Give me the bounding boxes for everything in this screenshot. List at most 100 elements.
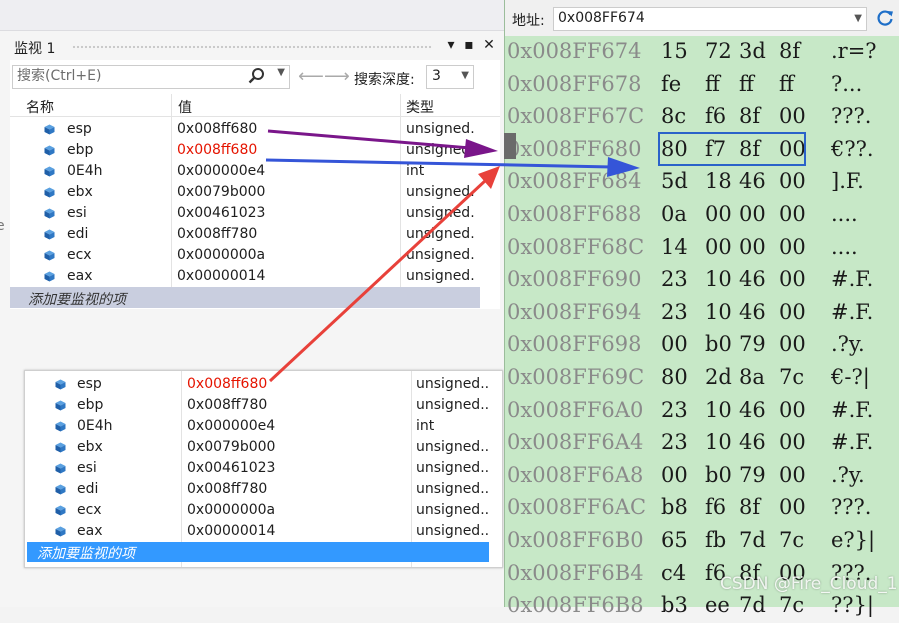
search-options-chevron-icon[interactable]: ▼ — [277, 67, 285, 78]
memory-byte[interactable]: 7c — [779, 528, 804, 552]
memory-byte[interactable]: b8 — [661, 495, 688, 519]
memory-byte[interactable]: 00 — [779, 430, 806, 454]
watch-row-esp[interactable]: esp 0x008ff680 unsigned... — [25, 374, 490, 395]
memory-byte[interactable]: 8a — [739, 365, 765, 389]
watch-row-esp[interactable]: esp 0x008ff680 unsigned... — [10, 119, 480, 140]
memory-row[interactable]: 0x008FF67C 8c f6 8f 00???. — [505, 102, 899, 134]
memory-row[interactable]: 0x008FF698 00 b0 79 00 .?y. — [505, 330, 899, 362]
memory-byte[interactable]: 10 — [705, 430, 732, 454]
add-watch-item-row[interactable]: 添加要监视的项 — [27, 542, 489, 562]
memory-byte[interactable]: 8f — [739, 495, 760, 519]
memory-byte[interactable]: 10 — [705, 300, 732, 324]
memory-byte[interactable]: ff — [739, 72, 754, 96]
maximize-icon[interactable]: ▪ — [460, 37, 478, 53]
watch-title-bar[interactable]: 监视 1 ▾ ▪ ✕ — [10, 34, 500, 60]
memory-byte[interactable]: ff — [779, 72, 794, 96]
memory-row[interactable]: 0x008FF6B8 b3 ee 7d 7c ??}| — [505, 591, 899, 623]
memory-byte[interactable]: c4 — [661, 561, 686, 585]
memory-byte[interactable]: 46 — [739, 169, 766, 193]
close-icon[interactable]: ✕ — [480, 37, 498, 53]
memory-byte[interactable]: 00 — [661, 332, 688, 356]
refresh-icon[interactable] — [875, 8, 895, 28]
memory-byte[interactable]: 00 — [779, 267, 806, 291]
watch-value[interactable]: 0x00461023 — [187, 460, 275, 476]
memory-byte[interactable]: fe — [661, 72, 681, 96]
watch-value[interactable]: 0x000000e4 — [187, 418, 275, 434]
arrow-left-icon[interactable]: ⟵ — [298, 66, 324, 87]
memory-byte[interactable]: 46 — [739, 267, 766, 291]
memory-byte[interactable]: 10 — [705, 267, 732, 291]
header-value[interactable]: 值 — [178, 97, 192, 117]
memory-row[interactable]: 0x008FF68C 14 00 00 00.... — [505, 233, 899, 265]
watch-value[interactable]: 0x000000e4 — [177, 163, 265, 179]
memory-row[interactable]: 0x008FF690 23 10 46 00 #.F. — [505, 265, 899, 297]
search-box[interactable]: ▼ — [12, 65, 290, 89]
watch-value[interactable]: 0x0000000a — [177, 247, 265, 263]
watch-row-edi[interactable]: edi 0x008ff780 unsigned... — [25, 479, 490, 500]
watch-value[interactable]: 0x008ff780 — [187, 397, 267, 413]
memory-byte[interactable]: 23 — [661, 430, 688, 454]
header-type[interactable]: 类型 — [406, 97, 434, 117]
watch-value[interactable]: 0x008ff680 — [187, 376, 267, 392]
memory-byte[interactable]: 00 — [779, 202, 806, 226]
memory-row[interactable]: 0x008FF6B0 65 fb 7d 7c e?}| — [505, 526, 899, 558]
memory-byte[interactable]: 7d — [739, 593, 766, 617]
memory-byte[interactable]: 7c — [779, 365, 804, 389]
memory-byte[interactable]: 00 — [779, 398, 806, 422]
memory-byte[interactable]: 46 — [739, 300, 766, 324]
watch-row-0e4h[interactable]: 0E4h 0x000000e4 int — [25, 416, 490, 437]
memory-row[interactable]: 0x008FF6A4 23 10 46 00 #.F. — [505, 428, 899, 460]
memory-byte[interactable]: 18 — [705, 169, 732, 193]
memory-byte[interactable]: 00 — [705, 202, 732, 226]
memory-byte[interactable]: 14 — [661, 235, 688, 259]
memory-byte[interactable]: b0 — [705, 463, 732, 487]
watch-row-ebp[interactable]: ebp 0x008ff780 unsigned... — [25, 395, 490, 416]
memory-byte[interactable]: 46 — [739, 398, 766, 422]
watch-row-0e4h[interactable]: 0E4h 0x000000e4 int — [10, 161, 480, 182]
memory-byte[interactable]: 79 — [739, 332, 766, 356]
memory-byte[interactable]: 5d — [661, 169, 688, 193]
watch-row-ebx[interactable]: ebx 0x0079b000 unsigned... — [10, 182, 480, 203]
memory-byte[interactable]: 3d — [739, 39, 766, 63]
add-watch-item-row[interactable]: 添加要监视的项 — [10, 287, 480, 308]
watch-value[interactable]: 0x008ff680 — [177, 142, 257, 158]
search-input[interactable] — [13, 66, 251, 86]
watch-value[interactable]: 0x008ff680 — [177, 121, 257, 137]
memory-byte[interactable]: 65 — [661, 528, 688, 552]
memory-byte[interactable]: 00 — [661, 463, 688, 487]
memory-byte[interactable]: 00 — [705, 235, 732, 259]
memory-byte[interactable]: 8c — [661, 104, 686, 128]
memory-byte[interactable]: 8f — [779, 39, 800, 63]
memory-byte[interactable]: 23 — [661, 267, 688, 291]
watch-value[interactable]: 0x00461023 — [177, 205, 265, 221]
header-name[interactable]: 名称 — [26, 97, 54, 117]
drag-grip[interactable] — [72, 45, 432, 50]
memory-byte[interactable]: 00 — [779, 235, 806, 259]
memory-byte[interactable]: 79 — [739, 463, 766, 487]
memory-byte[interactable]: 72 — [705, 39, 732, 63]
memory-row[interactable]: 0x008FF6A0 23 10 46 00 #.F. — [505, 396, 899, 428]
memory-byte[interactable]: 23 — [661, 398, 688, 422]
watch-row-ebx[interactable]: ebx 0x0079b000 unsigned... — [25, 437, 490, 458]
search-icon[interactable] — [247, 66, 267, 86]
watch-value[interactable]: 0x00000014 — [177, 268, 265, 284]
memory-byte[interactable]: b3 — [661, 593, 688, 617]
watch-row-ecx[interactable]: ecx 0x0000000a unsigned... — [25, 500, 490, 521]
watch-row-ecx[interactable]: ecx 0x0000000a unsigned... — [10, 245, 480, 266]
address-input[interactable]: 0x008FF674 ▼ — [553, 7, 867, 31]
memory-byte[interactable]: 00 — [779, 300, 806, 324]
memory-byte[interactable]: 10 — [705, 398, 732, 422]
memory-byte[interactable]: ee — [705, 593, 730, 617]
watch-row-ebp[interactable]: ebp 0x008ff680 unsigned... — [10, 140, 480, 161]
watch-value[interactable]: 0x00000014 — [187, 523, 275, 539]
memory-byte[interactable]: 46 — [739, 430, 766, 454]
memory-byte[interactable]: 2d — [705, 365, 732, 389]
memory-byte[interactable]: fb — [705, 528, 726, 552]
chevron-down-icon[interactable]: ▼ — [854, 13, 862, 24]
memory-byte[interactable]: 00 — [779, 332, 806, 356]
watch-value[interactable]: 0x008ff780 — [187, 481, 267, 497]
memory-byte[interactable]: 15 — [661, 39, 688, 63]
watch-row-edi[interactable]: edi 0x008ff780 unsigned... — [10, 224, 480, 245]
watch-row-eax[interactable]: eax 0x00000014 unsigned... — [25, 521, 490, 542]
memory-byte[interactable]: f6 — [705, 495, 726, 519]
